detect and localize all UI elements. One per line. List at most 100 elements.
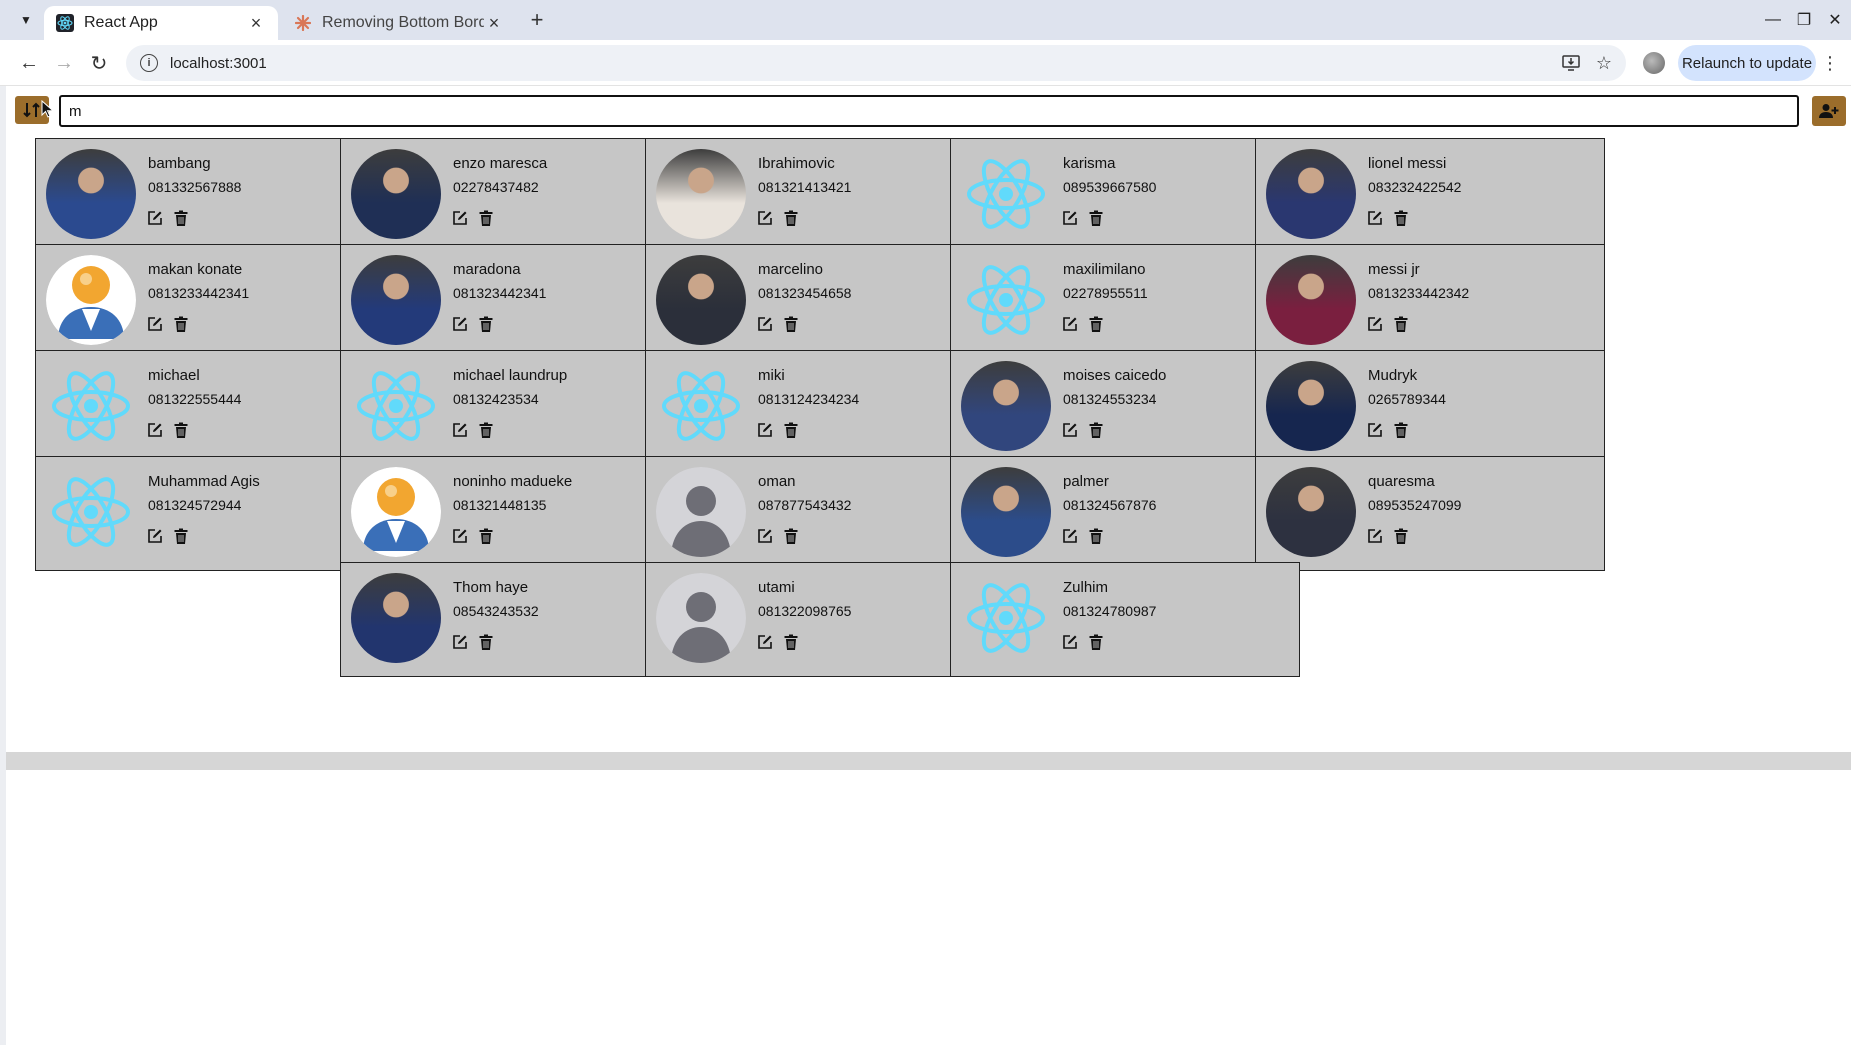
address-bar[interactable]: i localhost:3001	[126, 45, 1626, 81]
contact-actions	[146, 421, 190, 439]
edit-icon[interactable]	[451, 209, 469, 227]
contact-actions	[756, 209, 800, 227]
react-logo-icon	[52, 477, 130, 547]
delete-icon[interactable]	[1392, 209, 1410, 227]
tab-search-button[interactable]: ▼	[12, 8, 40, 32]
minimize-icon[interactable]: —	[1756, 6, 1790, 34]
contact-actions	[1366, 209, 1410, 227]
tab-removing-bottom-border[interactable]: Removing Bottom Borde ×	[282, 6, 516, 40]
contact-name: karisma	[1063, 155, 1116, 172]
contact-name: quaresma	[1368, 473, 1435, 490]
delete-icon[interactable]	[1392, 315, 1410, 333]
delete-icon[interactable]	[782, 527, 800, 545]
delete-icon[interactable]	[477, 527, 495, 545]
search-input[interactable]	[59, 95, 1799, 127]
contact-actions	[1061, 633, 1105, 651]
delete-icon[interactable]	[782, 421, 800, 439]
relaunch-to-update-button[interactable]: Relaunch to update	[1678, 45, 1816, 81]
close-tab-icon[interactable]: ×	[246, 13, 266, 34]
edit-icon[interactable]	[1366, 209, 1384, 227]
contact-photo	[656, 255, 746, 345]
edit-icon[interactable]	[146, 315, 164, 333]
contact-actions	[756, 421, 800, 439]
edit-icon[interactable]	[1061, 209, 1079, 227]
new-tab-button[interactable]: +	[524, 7, 550, 32]
contact-phone: 081324572944	[148, 497, 242, 513]
contact-photo	[351, 255, 441, 345]
contact-actions	[451, 421, 495, 439]
delete-icon[interactable]	[1392, 527, 1410, 545]
contact-actions	[451, 209, 495, 227]
delete-icon[interactable]	[1087, 209, 1105, 227]
edit-icon[interactable]	[451, 527, 469, 545]
delete-icon[interactable]	[172, 315, 190, 333]
bookmark-star-icon[interactable]: ☆	[1589, 48, 1619, 78]
edit-icon[interactable]	[146, 209, 164, 227]
contact-name: Thom haye	[453, 579, 529, 596]
edit-icon[interactable]	[1061, 633, 1079, 651]
contact-card: michael laundrup 08132423534	[340, 350, 690, 465]
edit-icon[interactable]	[756, 633, 774, 651]
edit-icon[interactable]	[756, 421, 774, 439]
delete-icon[interactable]	[477, 421, 495, 439]
delete-icon[interactable]	[477, 315, 495, 333]
delete-icon[interactable]	[782, 633, 800, 651]
delete-icon[interactable]	[1392, 421, 1410, 439]
edit-icon[interactable]	[1061, 315, 1079, 333]
edit-icon[interactable]	[756, 527, 774, 545]
add-contact-button[interactable]	[1812, 96, 1846, 126]
reload-icon[interactable]: ↻	[84, 48, 114, 78]
contact-actions	[451, 633, 495, 651]
delete-icon[interactable]	[1087, 421, 1105, 439]
delete-icon[interactable]	[172, 209, 190, 227]
contact-card: Mudryk 0265789344	[1255, 350, 1605, 465]
user-icon	[351, 467, 441, 557]
profile-avatar[interactable]	[1643, 52, 1665, 74]
delete-icon[interactable]	[1087, 315, 1105, 333]
delete-icon[interactable]	[782, 315, 800, 333]
contact-card: michael 081322555444	[35, 350, 385, 465]
close-window-icon[interactable]: ✕	[1818, 6, 1851, 34]
browser-menu-icon[interactable]: ⋮	[1821, 50, 1839, 76]
delete-icon[interactable]	[477, 633, 495, 651]
back-icon[interactable]: ←	[14, 48, 44, 78]
react-logo-icon	[662, 371, 740, 441]
contact-name: palmer	[1063, 473, 1109, 490]
restore-icon[interactable]: ❐	[1787, 6, 1821, 34]
edit-icon[interactable]	[451, 633, 469, 651]
edit-icon[interactable]	[1061, 421, 1079, 439]
contact-photo	[351, 573, 441, 663]
tab-react-app[interactable]: React App ×	[44, 6, 278, 40]
contact-avatar	[46, 255, 136, 345]
edit-icon[interactable]	[451, 421, 469, 439]
delete-icon[interactable]	[477, 209, 495, 227]
edit-icon[interactable]	[146, 527, 164, 545]
contact-phone: 081324567876	[1063, 497, 1157, 513]
contact-card: oman 087877543432	[645, 456, 995, 571]
contact-phone: 02278955511	[1063, 285, 1148, 301]
contact-name: marcelino	[758, 261, 824, 278]
delete-icon[interactable]	[1087, 527, 1105, 545]
edit-icon[interactable]	[1366, 315, 1384, 333]
install-app-icon[interactable]	[1556, 48, 1586, 78]
edit-icon[interactable]	[1061, 527, 1079, 545]
contact-avatar	[656, 573, 746, 663]
forward-icon[interactable]: →	[49, 48, 79, 78]
delete-icon[interactable]	[172, 421, 190, 439]
contact-card: maradona 081323442341	[340, 244, 690, 359]
edit-icon[interactable]	[146, 421, 164, 439]
contact-name: Ibrahimovic	[758, 155, 835, 172]
contact-card: karisma 089539667580	[950, 138, 1300, 253]
delete-icon[interactable]	[1087, 633, 1105, 651]
site-info-icon[interactable]: i	[140, 54, 158, 72]
edit-icon[interactable]	[756, 209, 774, 227]
edit-icon[interactable]	[1366, 421, 1384, 439]
contact-name: miki	[758, 367, 785, 384]
close-tab-icon[interactable]: ×	[484, 13, 504, 34]
delete-icon[interactable]	[782, 209, 800, 227]
edit-icon[interactable]	[1366, 527, 1384, 545]
edit-icon[interactable]	[451, 315, 469, 333]
delete-icon[interactable]	[172, 527, 190, 545]
contact-avatar	[961, 255, 1051, 345]
edit-icon[interactable]	[756, 315, 774, 333]
